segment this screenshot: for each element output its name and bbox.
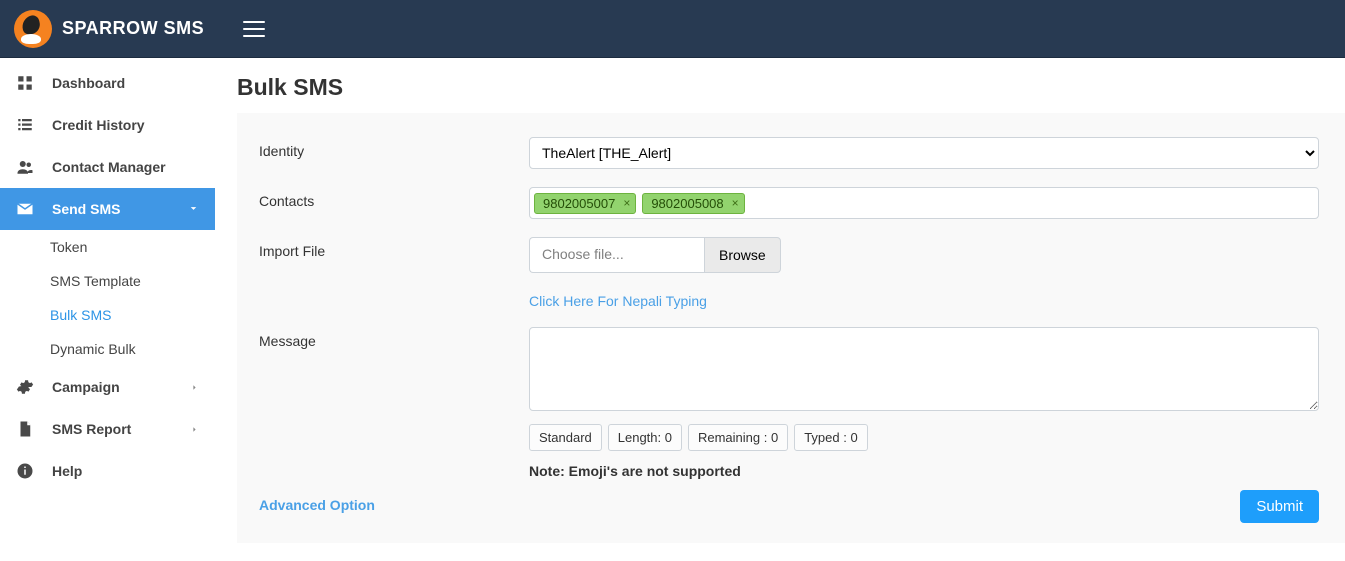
sidebar-subitem-bulk-sms[interactable]: Bulk SMS [50,298,215,332]
sidebar-item-help[interactable]: Help [0,450,215,492]
hamburger-icon[interactable] [243,21,265,37]
contacts-input[interactable]: 9802005007 × 9802005008 × [529,187,1319,219]
sidebar-item-label: Help [52,463,82,479]
brand-logo-icon [14,10,52,48]
sidebar: Dashboard Credit History Contact Manager… [0,58,215,561]
sidebar-item-campaign[interactable]: Campaign [0,366,215,408]
main: Bulk SMS Identity TheAlert [THE_Alert] C… [215,58,1345,561]
brand-text: SPARROW SMS [62,18,204,39]
identity-select[interactable]: TheAlert [THE_Alert] [529,137,1319,169]
sidebar-subitem-sms-template[interactable]: SMS Template [50,264,215,298]
sidebar-subitem-dynamic-bulk[interactable]: Dynamic Bulk [50,332,215,366]
chevron-right-icon [190,379,199,395]
emoji-note: Note: Emoji's are not supported [529,463,1319,479]
contact-token: 9802005008 × [642,193,744,214]
file-input[interactable]: Choose file... [529,237,704,273]
sidebar-item-label: Send SMS [52,201,120,217]
message-textarea[interactable] [529,327,1319,411]
chip-remaining: Remaining : 0 [688,424,788,451]
brand[interactable]: SPARROW SMS [0,10,215,48]
list-icon [16,116,34,134]
sidebar-subitem-token[interactable]: Token [50,230,215,264]
message-label: Message [259,327,529,479]
chip-mode: Standard [529,424,602,451]
chip-typed: Typed : 0 [794,424,867,451]
submit-button[interactable]: Submit [1240,490,1319,523]
envelope-icon [16,200,34,218]
page-title: Bulk SMS [215,58,1345,113]
contact-token: 9802005007 × [534,193,636,214]
nepali-typing-link[interactable]: Click Here For Nepali Typing [529,293,707,309]
topbar: SPARROW SMS [0,0,1345,58]
file-icon [16,420,34,438]
sidebar-item-sms-report[interactable]: SMS Report [0,408,215,450]
sidebar-item-label: SMS Report [52,421,131,437]
contact-token-value: 9802005007 [543,196,615,211]
browse-button[interactable]: Browse [704,237,781,273]
gear-icon [16,378,34,396]
chevron-down-icon [188,201,199,217]
chip-length: Length: 0 [608,424,682,451]
sidebar-item-label: Credit History [52,117,145,133]
chevron-right-icon [190,421,199,437]
sidebar-item-credit-history[interactable]: Credit History [0,104,215,146]
message-chips: Standard Length: 0 Remaining : 0 Typed :… [529,424,1319,451]
form-panel: Identity TheAlert [THE_Alert] Contacts 9… [237,113,1345,543]
contacts-label: Contacts [259,187,529,219]
identity-label: Identity [259,137,529,169]
sidebar-item-contact-manager[interactable]: Contact Manager [0,146,215,188]
import-file-label: Import File [259,237,529,309]
contact-token-value: 9802005008 [651,196,723,211]
dashboard-icon [16,74,34,92]
sidebar-item-label: Campaign [52,379,120,395]
sidebar-item-send-sms[interactable]: Send SMS [0,188,215,230]
sidebar-item-label: Dashboard [52,75,125,91]
advanced-option-link[interactable]: Advanced Option [259,497,1319,513]
sidebar-item-label: Contact Manager [52,159,166,175]
sidebar-item-dashboard[interactable]: Dashboard [0,62,215,104]
users-icon [16,158,34,176]
close-icon[interactable]: × [623,196,630,210]
info-icon [16,462,34,480]
close-icon[interactable]: × [732,196,739,210]
sidebar-submenu-send-sms: Token SMS Template Bulk SMS Dynamic Bulk [0,230,215,366]
